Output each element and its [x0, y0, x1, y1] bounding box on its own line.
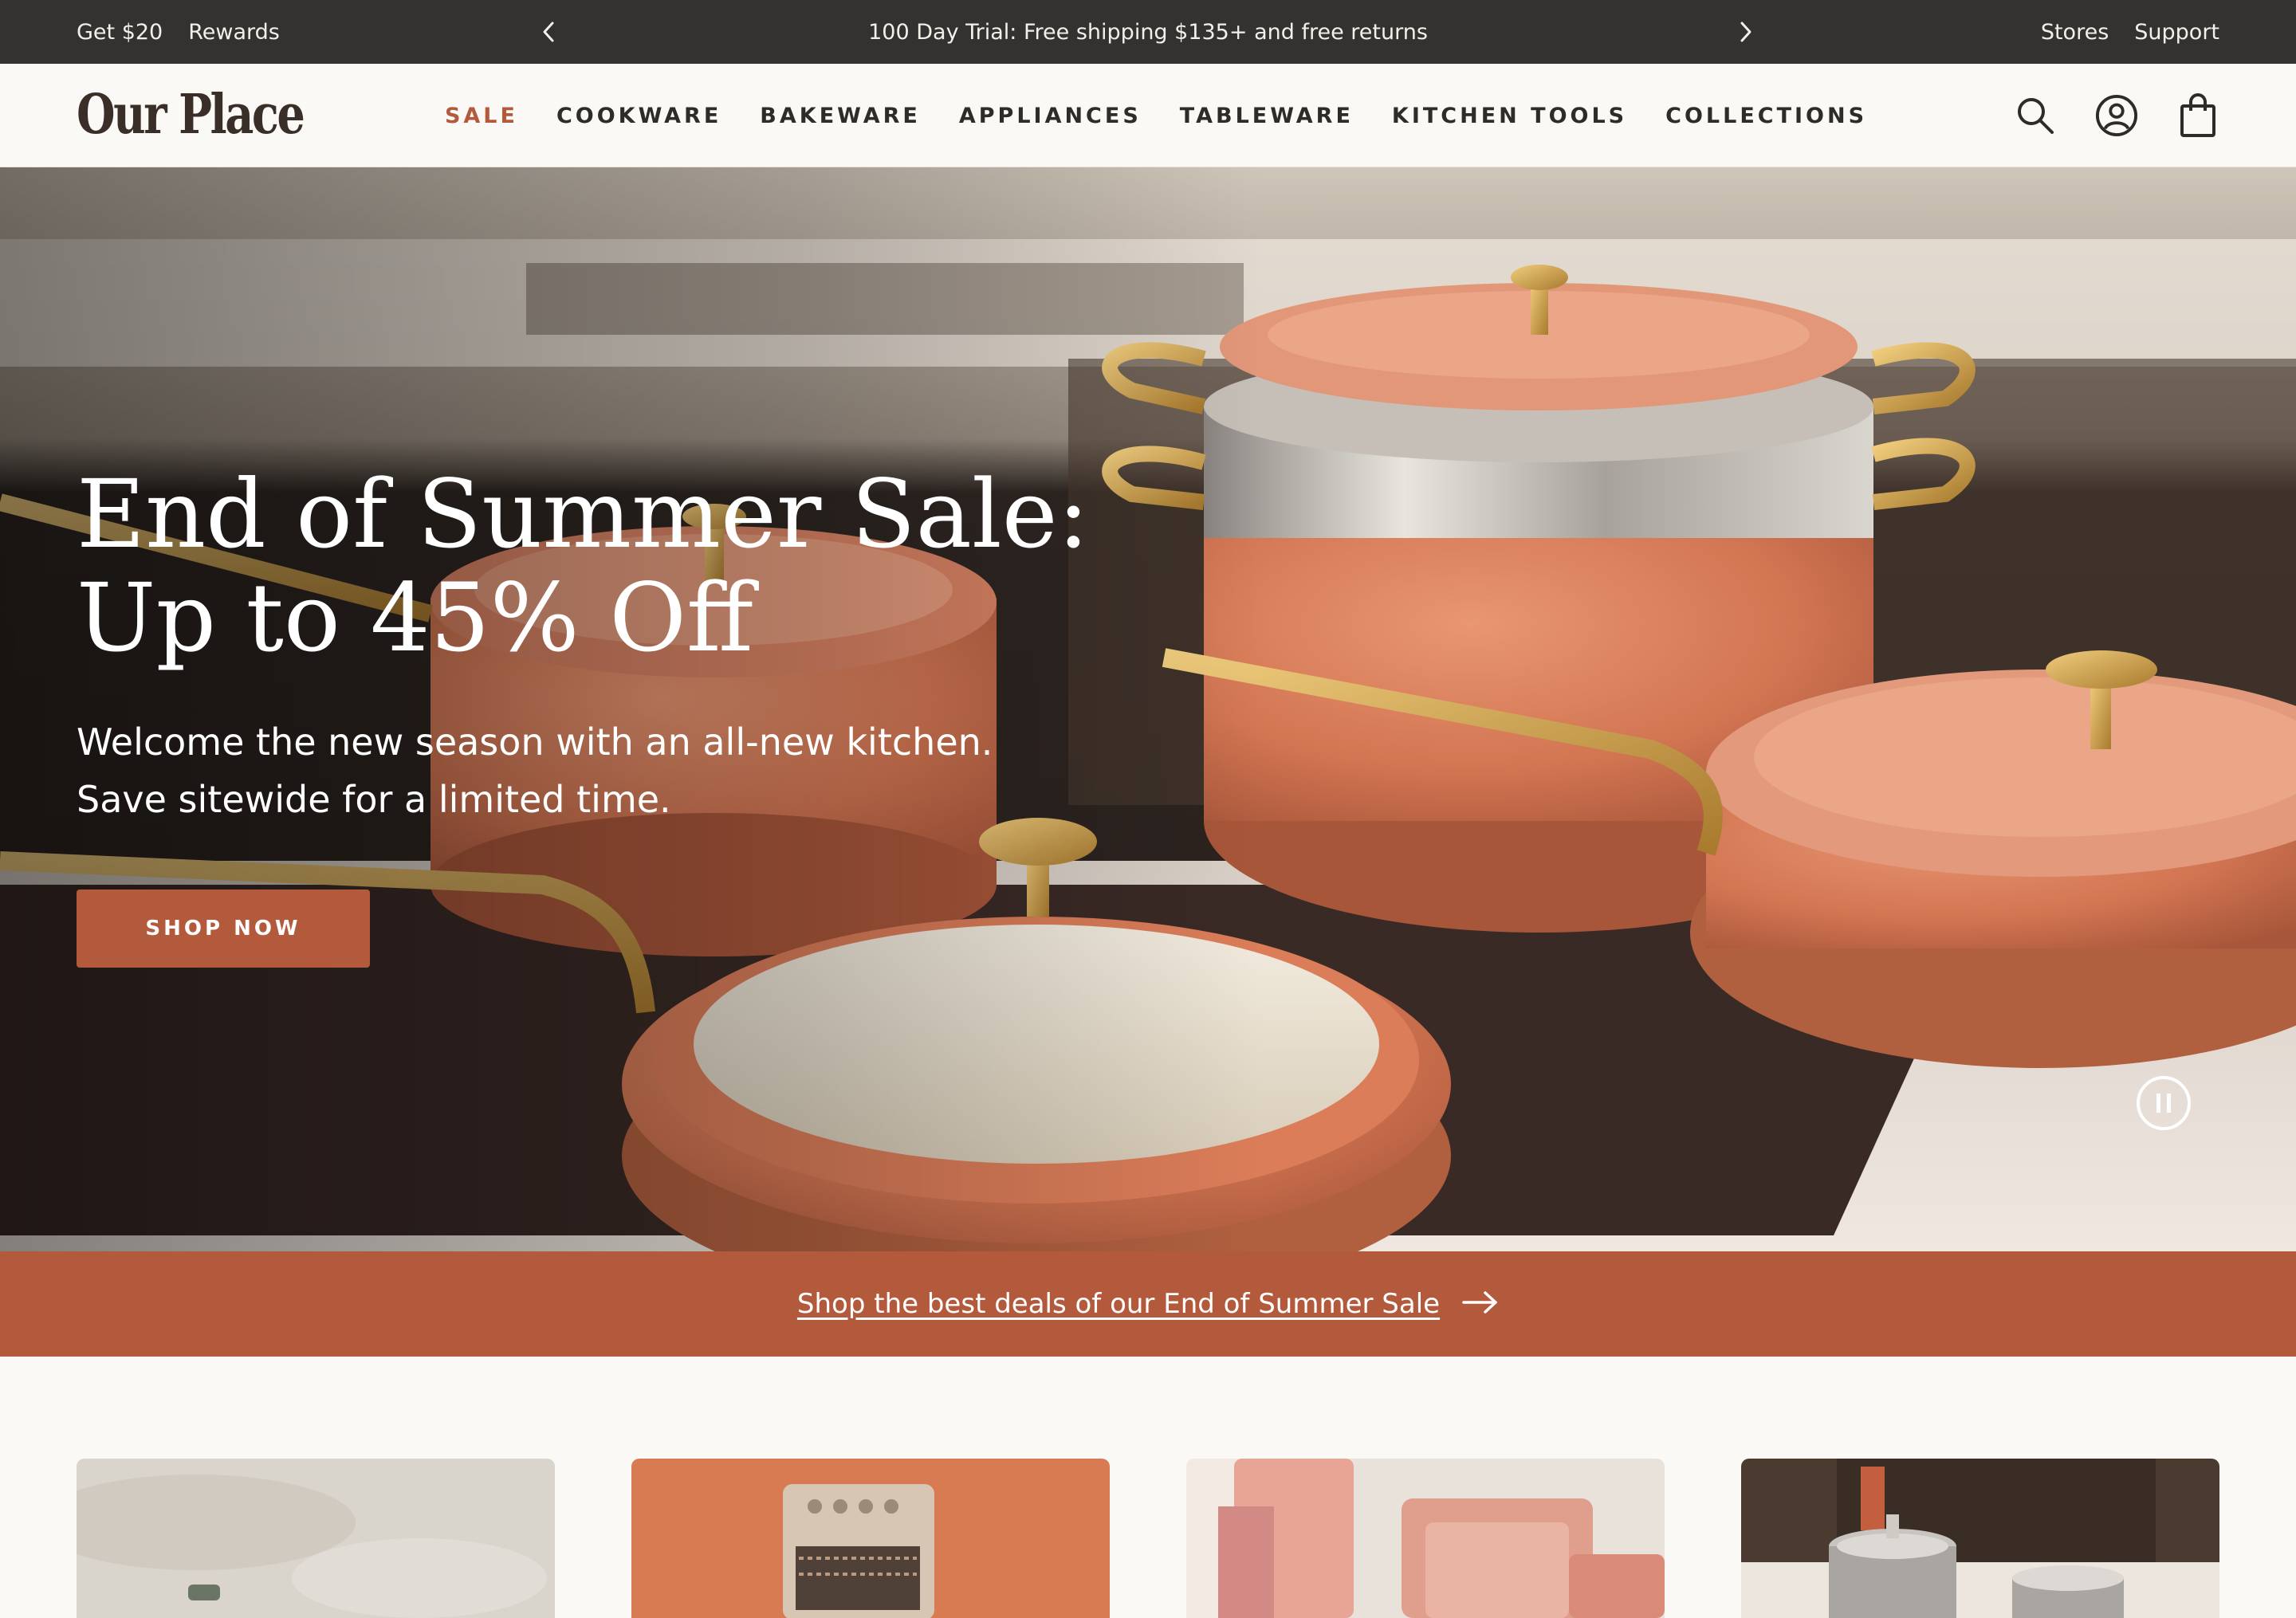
- chevron-left-icon[interactable]: [531, 14, 566, 49]
- category-card[interactable]: [1741, 1459, 2219, 1618]
- search-icon[interactable]: [2014, 94, 2057, 137]
- nav-item-tableware[interactable]: TABLEWARE: [1180, 104, 1354, 128]
- promo-text[interactable]: 100 Day Trial: Free shipping $135+ and f…: [868, 20, 1428, 45]
- category-cards: [77, 1459, 2219, 1618]
- hero-title-line1: End of Summer Sale:: [77, 459, 1090, 569]
- site-header: Our Place SALE COOKWARE BAKEWARE APPLIAN…: [0, 64, 2296, 167]
- announcement-bar: Get $20 Rewards 100 Day Trial: Free ship…: [0, 0, 2296, 64]
- hero-subtitle: Welcome the new season with an all-new k…: [77, 721, 993, 821]
- support-link[interactable]: Support: [2134, 20, 2219, 45]
- hero-title-line2: Up to 45% Off: [77, 563, 753, 673]
- sale-strip: Shop the best deals of our End of Summer…: [0, 1251, 2296, 1357]
- stores-link[interactable]: Stores: [2041, 20, 2109, 45]
- account-icon[interactable]: [2095, 94, 2138, 137]
- pause-icon[interactable]: [2137, 1076, 2191, 1130]
- main-nav: SALE COOKWARE BAKEWARE APPLIANCES TABLEW…: [0, 64, 2296, 167]
- announcement-promo: 100 Day Trial: Free shipping $135+ and f…: [0, 0, 2296, 64]
- nav-item-sale[interactable]: SALE: [445, 104, 518, 128]
- nav-item-cookware[interactable]: COOKWARE: [556, 104, 721, 128]
- chevron-right-icon[interactable]: [1728, 14, 1763, 49]
- nav-item-collections[interactable]: COLLECTIONS: [1665, 104, 1867, 128]
- category-card[interactable]: [77, 1459, 555, 1618]
- category-card[interactable]: [631, 1459, 1110, 1618]
- announcement-right-links: Stores Support: [2041, 0, 2219, 64]
- category-card[interactable]: [1186, 1459, 1665, 1618]
- nav-item-kitchen-tools[interactable]: KITCHEN TOOLS: [1392, 104, 1627, 128]
- nav-item-bakeware[interactable]: BAKEWARE: [760, 104, 921, 128]
- arrow-right-icon[interactable]: [1462, 1290, 1499, 1318]
- sale-strip-link[interactable]: Shop the best deals of our End of Summer…: [797, 1288, 1440, 1320]
- hero-title: End of Summer Sale: Up to 45% Off: [77, 462, 1193, 670]
- hero-banner: End of Summer Sale: Up to 45% Off Welcom…: [0, 167, 2296, 1251]
- header-icons: [2014, 64, 2219, 167]
- cart-icon[interactable]: [2176, 93, 2219, 137]
- nav-item-appliances[interactable]: APPLIANCES: [959, 104, 1142, 128]
- hero-shade: [0, 167, 2296, 1251]
- shop-now-button[interactable]: SHOP NOW: [77, 890, 370, 968]
